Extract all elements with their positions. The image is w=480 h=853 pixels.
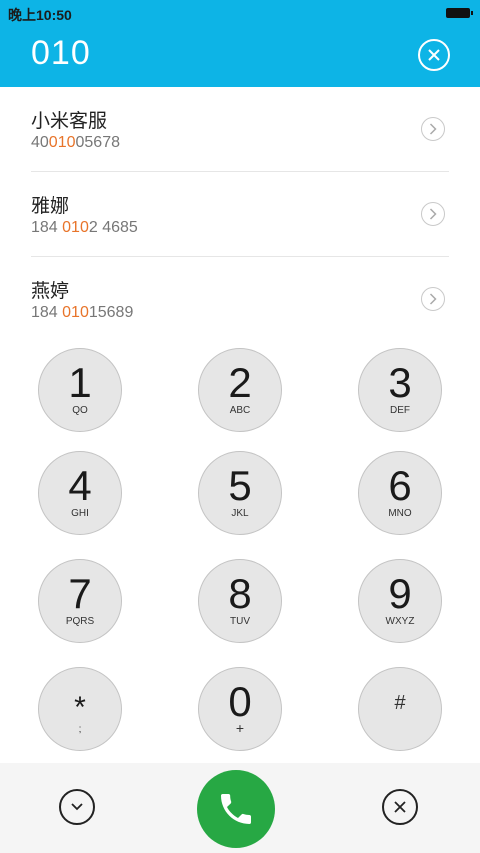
dialed-number: 010 [31, 34, 91, 72]
key-letters: ABC [229, 405, 251, 416]
search-results: 小米客服 4001005678 雅娜 184 0102 4685 燕婷 184 … [0, 87, 480, 341]
chevron-right-icon [429, 123, 437, 135]
key-letters: JKL [231, 508, 249, 519]
contact-name: 小米客服 [31, 110, 108, 132]
key-7[interactable]: 7 PQRS [38, 559, 122, 643]
key-star[interactable]: * ; [38, 667, 122, 751]
key-letters: PQRS [65, 616, 95, 627]
close-icon [394, 801, 406, 813]
number-prefix: 184 [31, 304, 63, 321]
key-8[interactable]: 8 TUV [198, 559, 282, 643]
key-9[interactable]: 9 WXYZ [358, 559, 442, 643]
chevron-down-icon [71, 803, 83, 811]
key-digit: 9 [388, 570, 412, 617]
key-digit: 7 [68, 570, 92, 617]
key-letters: GHI [71, 508, 89, 519]
key-2[interactable]: 2 ABC [198, 348, 282, 432]
number-suffix: 15689 [88, 304, 134, 321]
contact-name: 雅娜 [31, 195, 70, 217]
key-letters: TUV [230, 616, 250, 627]
key-digit: 1 [68, 359, 92, 406]
clear-circle-icon [428, 49, 440, 61]
phone-icon [221, 794, 251, 824]
key-digit: 3 [388, 359, 412, 406]
key-letters: QO [72, 405, 88, 416]
delete-button[interactable] [382, 789, 418, 825]
dial-header: 010 [0, 27, 480, 87]
key-letters: WXYZ [385, 616, 415, 627]
number-match: 010 [62, 219, 89, 236]
number-match: 010 [48, 134, 76, 151]
key-4[interactable]: 4 GHI [38, 451, 122, 535]
dialer-action-bar [0, 763, 480, 853]
key-digit: # [394, 692, 406, 714]
number-prefix: 40 [31, 134, 49, 151]
key-letters: ; [78, 724, 82, 735]
key-digit: 5 [228, 462, 252, 509]
chevron-right-icon [429, 208, 437, 220]
call-button[interactable] [197, 770, 275, 848]
key-5[interactable]: 5 JKL [198, 451, 282, 535]
key-letters: + [235, 720, 245, 736]
key-letters: MNO [388, 508, 412, 519]
contact-name: 燕婷 [31, 280, 70, 302]
contact-detail-button[interactable] [421, 287, 445, 311]
key-digit: 4 [68, 462, 92, 509]
status-bar: 晚上10:50 [0, 0, 480, 27]
collapse-keypad-button[interactable] [59, 789, 95, 825]
status-time: 晚上10:50 [8, 7, 72, 23]
result-row[interactable]: 燕婷 184 01015689 [31, 257, 449, 341]
contact-number: 4001005678 [31, 134, 120, 152]
key-1[interactable]: 1 QO [38, 348, 122, 432]
contact-detail-button[interactable] [421, 202, 445, 226]
number-suffix: 2 4685 [88, 219, 138, 236]
number-suffix: 05678 [75, 134, 121, 151]
key-digit: 8 [228, 570, 252, 617]
contact-number: 184 01015689 [31, 304, 133, 322]
number-match: 010 [62, 304, 89, 321]
key-digit: 2 [228, 359, 252, 406]
key-digit: 0 [228, 678, 252, 725]
battery-icon [446, 8, 473, 18]
key-digit: 6 [388, 462, 412, 509]
contact-number: 184 0102 4685 [31, 219, 138, 237]
key-letters: DEF [390, 405, 410, 416]
key-0[interactable]: 0 + [198, 667, 282, 751]
key-3[interactable]: 3 DEF [358, 348, 442, 432]
chevron-right-icon [429, 293, 437, 305]
key-6[interactable]: 6 MNO [358, 451, 442, 535]
clear-input-button[interactable] [418, 39, 450, 71]
key-hash[interactable]: # [358, 667, 442, 751]
result-row[interactable]: 小米客服 4001005678 [31, 87, 449, 172]
result-row[interactable]: 雅娜 184 0102 4685 [31, 172, 449, 257]
number-prefix: 184 [31, 219, 63, 236]
contact-detail-button[interactable] [421, 117, 445, 141]
